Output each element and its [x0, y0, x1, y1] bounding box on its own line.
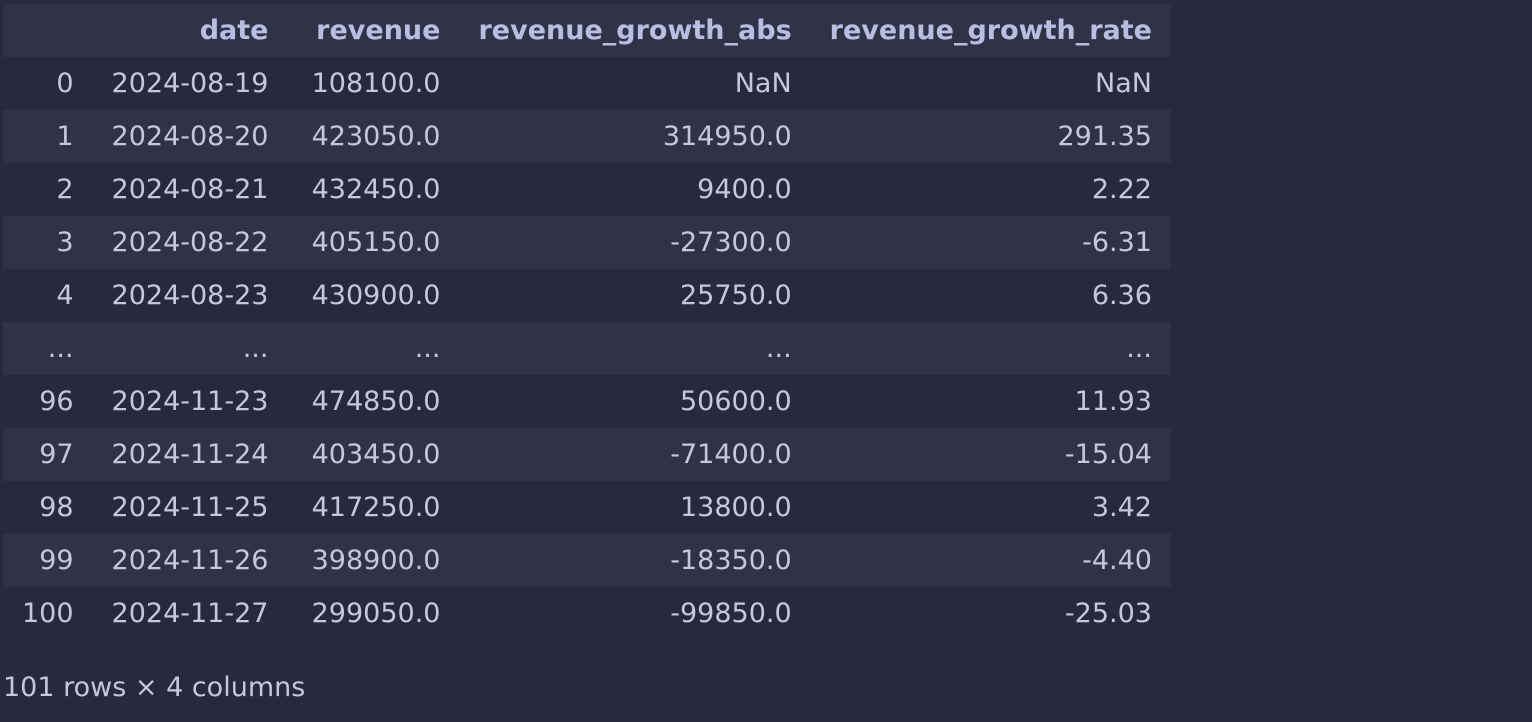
cell-date: 2024-11-26 [111, 545, 269, 576]
table-row: 100 2024-11-27 299050.0 -99850.0 -25.03 [3, 587, 1171, 640]
row-index: 2 [56, 174, 74, 205]
cell-revenue: 403450.0 [311, 439, 441, 470]
cell-growth-abs: -71400.0 [670, 439, 792, 470]
cell-growth-abs: 50600.0 [680, 386, 792, 417]
cell-growth-rate: -15.04 [1064, 439, 1152, 470]
cell-growth-abs: ... [765, 333, 792, 364]
cell-growth-abs: 314950.0 [662, 121, 792, 152]
cell-growth-rate: -4.40 [1082, 545, 1152, 576]
row-index: 100 [22, 598, 74, 629]
cell-date: 2024-11-25 [111, 492, 269, 523]
cell-growth-rate: 291.35 [1057, 121, 1152, 152]
row-index: 0 [56, 68, 74, 99]
cell-growth-rate: -6.31 [1082, 227, 1152, 258]
table-row: 96 2024-11-23 474850.0 50600.0 11.93 [3, 375, 1171, 428]
cell-growth-rate: 6.36 [1091, 280, 1152, 311]
cell-growth-rate: -25.03 [1064, 598, 1152, 629]
dataframe-table: date revenue revenue_growth_abs revenue_… [3, 4, 1171, 640]
cell-growth-rate: 2.22 [1091, 174, 1152, 205]
cell-revenue: 430900.0 [311, 280, 441, 311]
cell-revenue: ... [414, 333, 441, 364]
table-row: 1 2024-08-20 423050.0 314950.0 291.35 [3, 110, 1171, 163]
cell-growth-abs: 25750.0 [680, 280, 792, 311]
row-index: ... [47, 333, 74, 364]
cell-revenue: 299050.0 [311, 598, 441, 629]
table-row: 98 2024-11-25 417250.0 13800.0 3.42 [3, 481, 1171, 534]
cell-growth-rate: ... [1126, 333, 1152, 364]
cell-growth-rate: NaN [1095, 68, 1152, 99]
table-body: 0 2024-08-19 108100.0 NaN NaN 1 2024-08-… [3, 57, 1171, 640]
cell-growth-abs: 13800.0 [680, 492, 792, 523]
header-index [3, 4, 93, 57]
row-index: 98 [39, 492, 74, 523]
cell-growth-abs: -18350.0 [670, 545, 792, 576]
row-index: 96 [39, 386, 74, 417]
header-row: date revenue revenue_growth_abs revenue_… [3, 4, 1171, 57]
table-row: 3 2024-08-22 405150.0 -27300.0 -6.31 [3, 216, 1171, 269]
table-row: 0 2024-08-19 108100.0 NaN NaN [3, 57, 1171, 110]
cell-growth-abs: -27300.0 [670, 227, 792, 258]
header-revenue-growth-rate: revenue_growth_rate [810, 4, 1171, 57]
cell-revenue: 108100.0 [311, 68, 441, 99]
header-date: date [92, 4, 288, 57]
row-index: 3 [56, 227, 74, 258]
table-header: date revenue revenue_growth_abs revenue_… [3, 4, 1171, 57]
cell-revenue: 432450.0 [311, 174, 441, 205]
ellipsis-row: ... ... ... ... ... [3, 322, 1171, 375]
cell-revenue: 417250.0 [311, 492, 441, 523]
cell-growth-abs: -99850.0 [670, 598, 792, 629]
row-index: 1 [56, 121, 74, 152]
cell-revenue: 423050.0 [311, 121, 441, 152]
row-index: 97 [39, 439, 74, 470]
cell-date: 2024-11-27 [111, 598, 269, 629]
cell-growth-rate: 3.42 [1091, 492, 1152, 523]
cell-date: 2024-08-19 [111, 68, 269, 99]
cell-revenue: 474850.0 [311, 386, 441, 417]
dataframe-shape-summary: 101 rows × 4 columns [3, 672, 306, 703]
cell-growth-rate: 11.93 [1074, 386, 1152, 417]
row-index: 99 [39, 545, 74, 576]
cell-revenue: 405150.0 [311, 227, 441, 258]
row-index: 4 [56, 280, 74, 311]
cell-date: 2024-08-23 [111, 280, 269, 311]
cell-date: 2024-08-22 [111, 227, 269, 258]
table-row: 99 2024-11-26 398900.0 -18350.0 -4.40 [3, 534, 1171, 587]
table-row: 97 2024-11-24 403450.0 -71400.0 -15.04 [3, 428, 1171, 481]
cell-revenue: 398900.0 [311, 545, 441, 576]
table-row: 2 2024-08-21 432450.0 9400.0 2.22 [3, 163, 1171, 216]
cell-date: ... [242, 333, 269, 364]
cell-date: 2024-11-23 [111, 386, 269, 417]
table-row: 4 2024-08-23 430900.0 25750.0 6.36 [3, 269, 1171, 322]
header-revenue-growth-abs: revenue_growth_abs [459, 4, 811, 57]
cell-date: 2024-08-20 [111, 121, 269, 152]
dataframe-output: date revenue revenue_growth_abs revenue_… [3, 4, 1171, 640]
cell-date: 2024-08-21 [111, 174, 269, 205]
cell-growth-abs: 9400.0 [697, 174, 792, 205]
header-revenue: revenue [287, 4, 460, 57]
cell-date: 2024-11-24 [111, 439, 269, 470]
cell-growth-abs: NaN [734, 68, 792, 99]
